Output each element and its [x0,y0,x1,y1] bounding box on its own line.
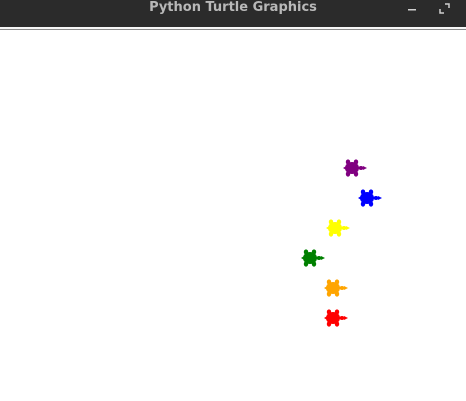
turtle-canvas[interactable] [0,30,466,401]
maximize-button[interactable] [432,0,456,17]
maximize-icon [438,3,450,14]
minimize-button[interactable] [400,0,424,17]
minimize-icon [408,8,416,10]
turtle-purple [341,158,367,178]
window-title: Python Turtle Graphics [149,0,317,15]
turtle-red [322,308,348,328]
turtle-blue [356,188,382,208]
turtle-green [299,248,325,268]
turtle-icon [301,249,325,267]
turtle-icon [343,159,367,177]
turtle-icon [324,279,348,297]
turtle-yellow [324,218,350,238]
turtle-icon [324,309,348,327]
turtle-orange [322,278,348,298]
turtle-icon [358,189,382,207]
window-titlebar[interactable]: Python Turtle Graphics [0,0,466,27]
turtle-icon [326,219,350,237]
